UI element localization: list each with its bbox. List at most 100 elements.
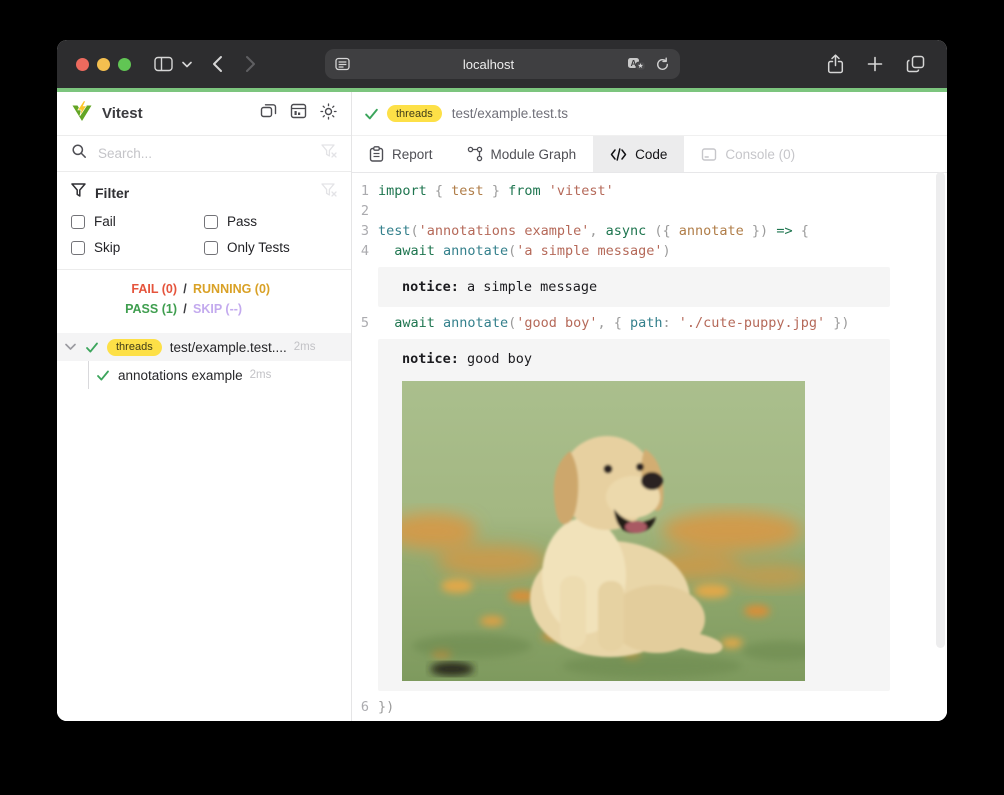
reload-icon[interactable] <box>655 57 670 72</box>
test-duration: 2ms <box>250 369 272 381</box>
filter-checkbox-pass[interactable]: Pass <box>204 214 337 229</box>
filter-label: Filter <box>95 185 321 201</box>
line-number: 5 <box>352 313 378 333</box>
code-line: 2 <box>352 201 947 221</box>
summary-count: RUNNING (0) <box>193 279 270 299</box>
sidebar-toggle-icon[interactable] <box>154 56 173 72</box>
file-header: threads test/example.test.ts <box>352 92 947 136</box>
notice-label: notice: <box>402 279 459 295</box>
filter-checkbox-skip[interactable]: Skip <box>71 240 204 255</box>
checkbox-icon[interactable] <box>71 215 85 229</box>
theme-sun-icon[interactable] <box>320 103 337 125</box>
chevron-down-icon[interactable] <box>182 61 192 68</box>
notice-text: notice: a simple message <box>402 277 878 297</box>
new-tab-icon[interactable] <box>867 56 883 72</box>
summary-count: SKIP (--) <box>193 299 242 319</box>
dashboard-icon[interactable] <box>290 103 307 124</box>
close-button[interactable] <box>76 58 89 71</box>
address-bar[interactable]: localhost A★ <box>325 49 680 79</box>
vertical-scrollbar[interactable] <box>936 172 945 648</box>
share-icon[interactable] <box>827 54 844 74</box>
minimize-button[interactable] <box>97 58 110 71</box>
zoom-button[interactable] <box>118 58 131 71</box>
filter-checkbox-only-tests[interactable]: Only Tests <box>204 240 337 255</box>
annotation-notice: notice: a simple message <box>378 267 890 307</box>
test-case-row[interactable]: annotations example 2ms <box>57 361 351 389</box>
tab-label: Module Graph <box>491 147 577 162</box>
code-line: 1import { test } from 'vitest' <box>352 181 947 201</box>
filter-clear-icon <box>321 183 337 202</box>
annotation-notice: notice: good boy <box>378 339 890 691</box>
summary-count: FAIL (0) <box>57 279 177 299</box>
tab-label: Console (0) <box>725 147 795 162</box>
svg-text:★: ★ <box>637 62 643 70</box>
test-file-row[interactable]: threads test/example.test.... 2ms <box>57 333 351 361</box>
search-bar[interactable]: Search... <box>57 136 351 172</box>
filter-icon <box>71 183 86 202</box>
summary-line: PASS (1)/SKIP (--) <box>57 299 351 319</box>
filter-checkbox-grid: Fail Pass Skip Only Tests <box>71 214 337 255</box>
line-number: 6 <box>352 697 378 717</box>
search-icon <box>71 143 87 164</box>
tab-module-graph[interactable]: Module Graph <box>450 136 594 172</box>
cute-puppy-photo <box>402 381 805 681</box>
tab-overview-icon[interactable] <box>906 55 925 73</box>
view-tabs: Report Module Graph Code Console (0) <box>352 136 947 173</box>
code-line: 7 <box>352 717 947 721</box>
forward-icon[interactable] <box>245 55 256 73</box>
filter-section: Filter Fail Pass Skip Only Tests <box>57 172 351 270</box>
summary-separator: / <box>177 279 193 299</box>
source-text: import { test } from 'vitest' <box>378 181 614 201</box>
code-line: 6}) <box>352 697 947 717</box>
test-summary: FAIL (0)/RUNNING (0)PASS (1)/SKIP (--) <box>57 270 351 329</box>
report-icon <box>369 146 384 162</box>
url-text[interactable]: localhost <box>350 57 627 72</box>
pool-badge: threads <box>387 105 442 122</box>
checkbox-icon[interactable] <box>204 241 218 255</box>
code-line: 4 await annotate('a simple message') <box>352 241 947 261</box>
source-text: test('annotations example', async ({ ann… <box>378 221 809 241</box>
collapse-panels-icon[interactable] <box>260 103 277 124</box>
checkbox-label: Only Tests <box>227 240 290 255</box>
tab-report[interactable]: Report <box>352 136 450 172</box>
line-number: 7 <box>352 717 378 721</box>
filter-clear-icon <box>321 144 337 163</box>
filter-checkbox-fail[interactable]: Fail <box>71 214 204 229</box>
back-icon[interactable] <box>212 55 223 73</box>
notice-text: notice: good boy <box>402 349 878 369</box>
sidebar-header: Vitest <box>57 92 351 136</box>
tab-label: Report <box>392 147 433 162</box>
tab-console-0[interactable]: Console (0) <box>684 136 812 172</box>
source-text: await annotate('good boy', { path: './cu… <box>378 313 850 333</box>
reader-icon[interactable] <box>335 57 350 71</box>
desktop-background: localhost A★ <box>0 0 1004 795</box>
sidebar: Vitest <box>57 92 352 721</box>
checkbox-label: Skip <box>94 240 120 255</box>
pool-badge: threads <box>107 339 162 356</box>
test-file-name: test/example.test.... <box>170 340 287 355</box>
source-text: await annotate('a simple message') <box>378 241 671 261</box>
line-number: 4 <box>352 241 378 261</box>
test-duration: 2ms <box>294 341 316 353</box>
checkbox-label: Fail <box>94 214 116 229</box>
notice-label: notice: <box>402 351 459 367</box>
checkbox-icon[interactable] <box>204 215 218 229</box>
translate-icon[interactable]: A★ <box>627 57 646 71</box>
pass-check-icon <box>364 107 379 121</box>
browser-toolbar: localhost A★ <box>57 40 947 88</box>
app-title: Vitest <box>102 105 260 122</box>
tab-code[interactable]: Code <box>593 136 684 172</box>
checkbox-icon[interactable] <box>71 241 85 255</box>
module-graph-icon <box>467 146 483 162</box>
line-number: 2 <box>352 201 378 221</box>
chevron-down-icon[interactable] <box>65 343 79 351</box>
pass-check-icon <box>85 341 99 354</box>
summary-count: PASS (1) <box>57 299 177 319</box>
test-tree: threads test/example.test.... 2ms annota… <box>57 333 351 389</box>
main-panel: threads test/example.test.ts Report Modul… <box>352 92 947 721</box>
code-line: 3test('annotations example', async ({ an… <box>352 221 947 241</box>
search-input[interactable]: Search... <box>98 146 321 161</box>
checkbox-label: Pass <box>227 214 257 229</box>
code-viewer: 1import { test } from 'vitest'23test('an… <box>352 173 947 721</box>
console-icon <box>701 147 717 162</box>
